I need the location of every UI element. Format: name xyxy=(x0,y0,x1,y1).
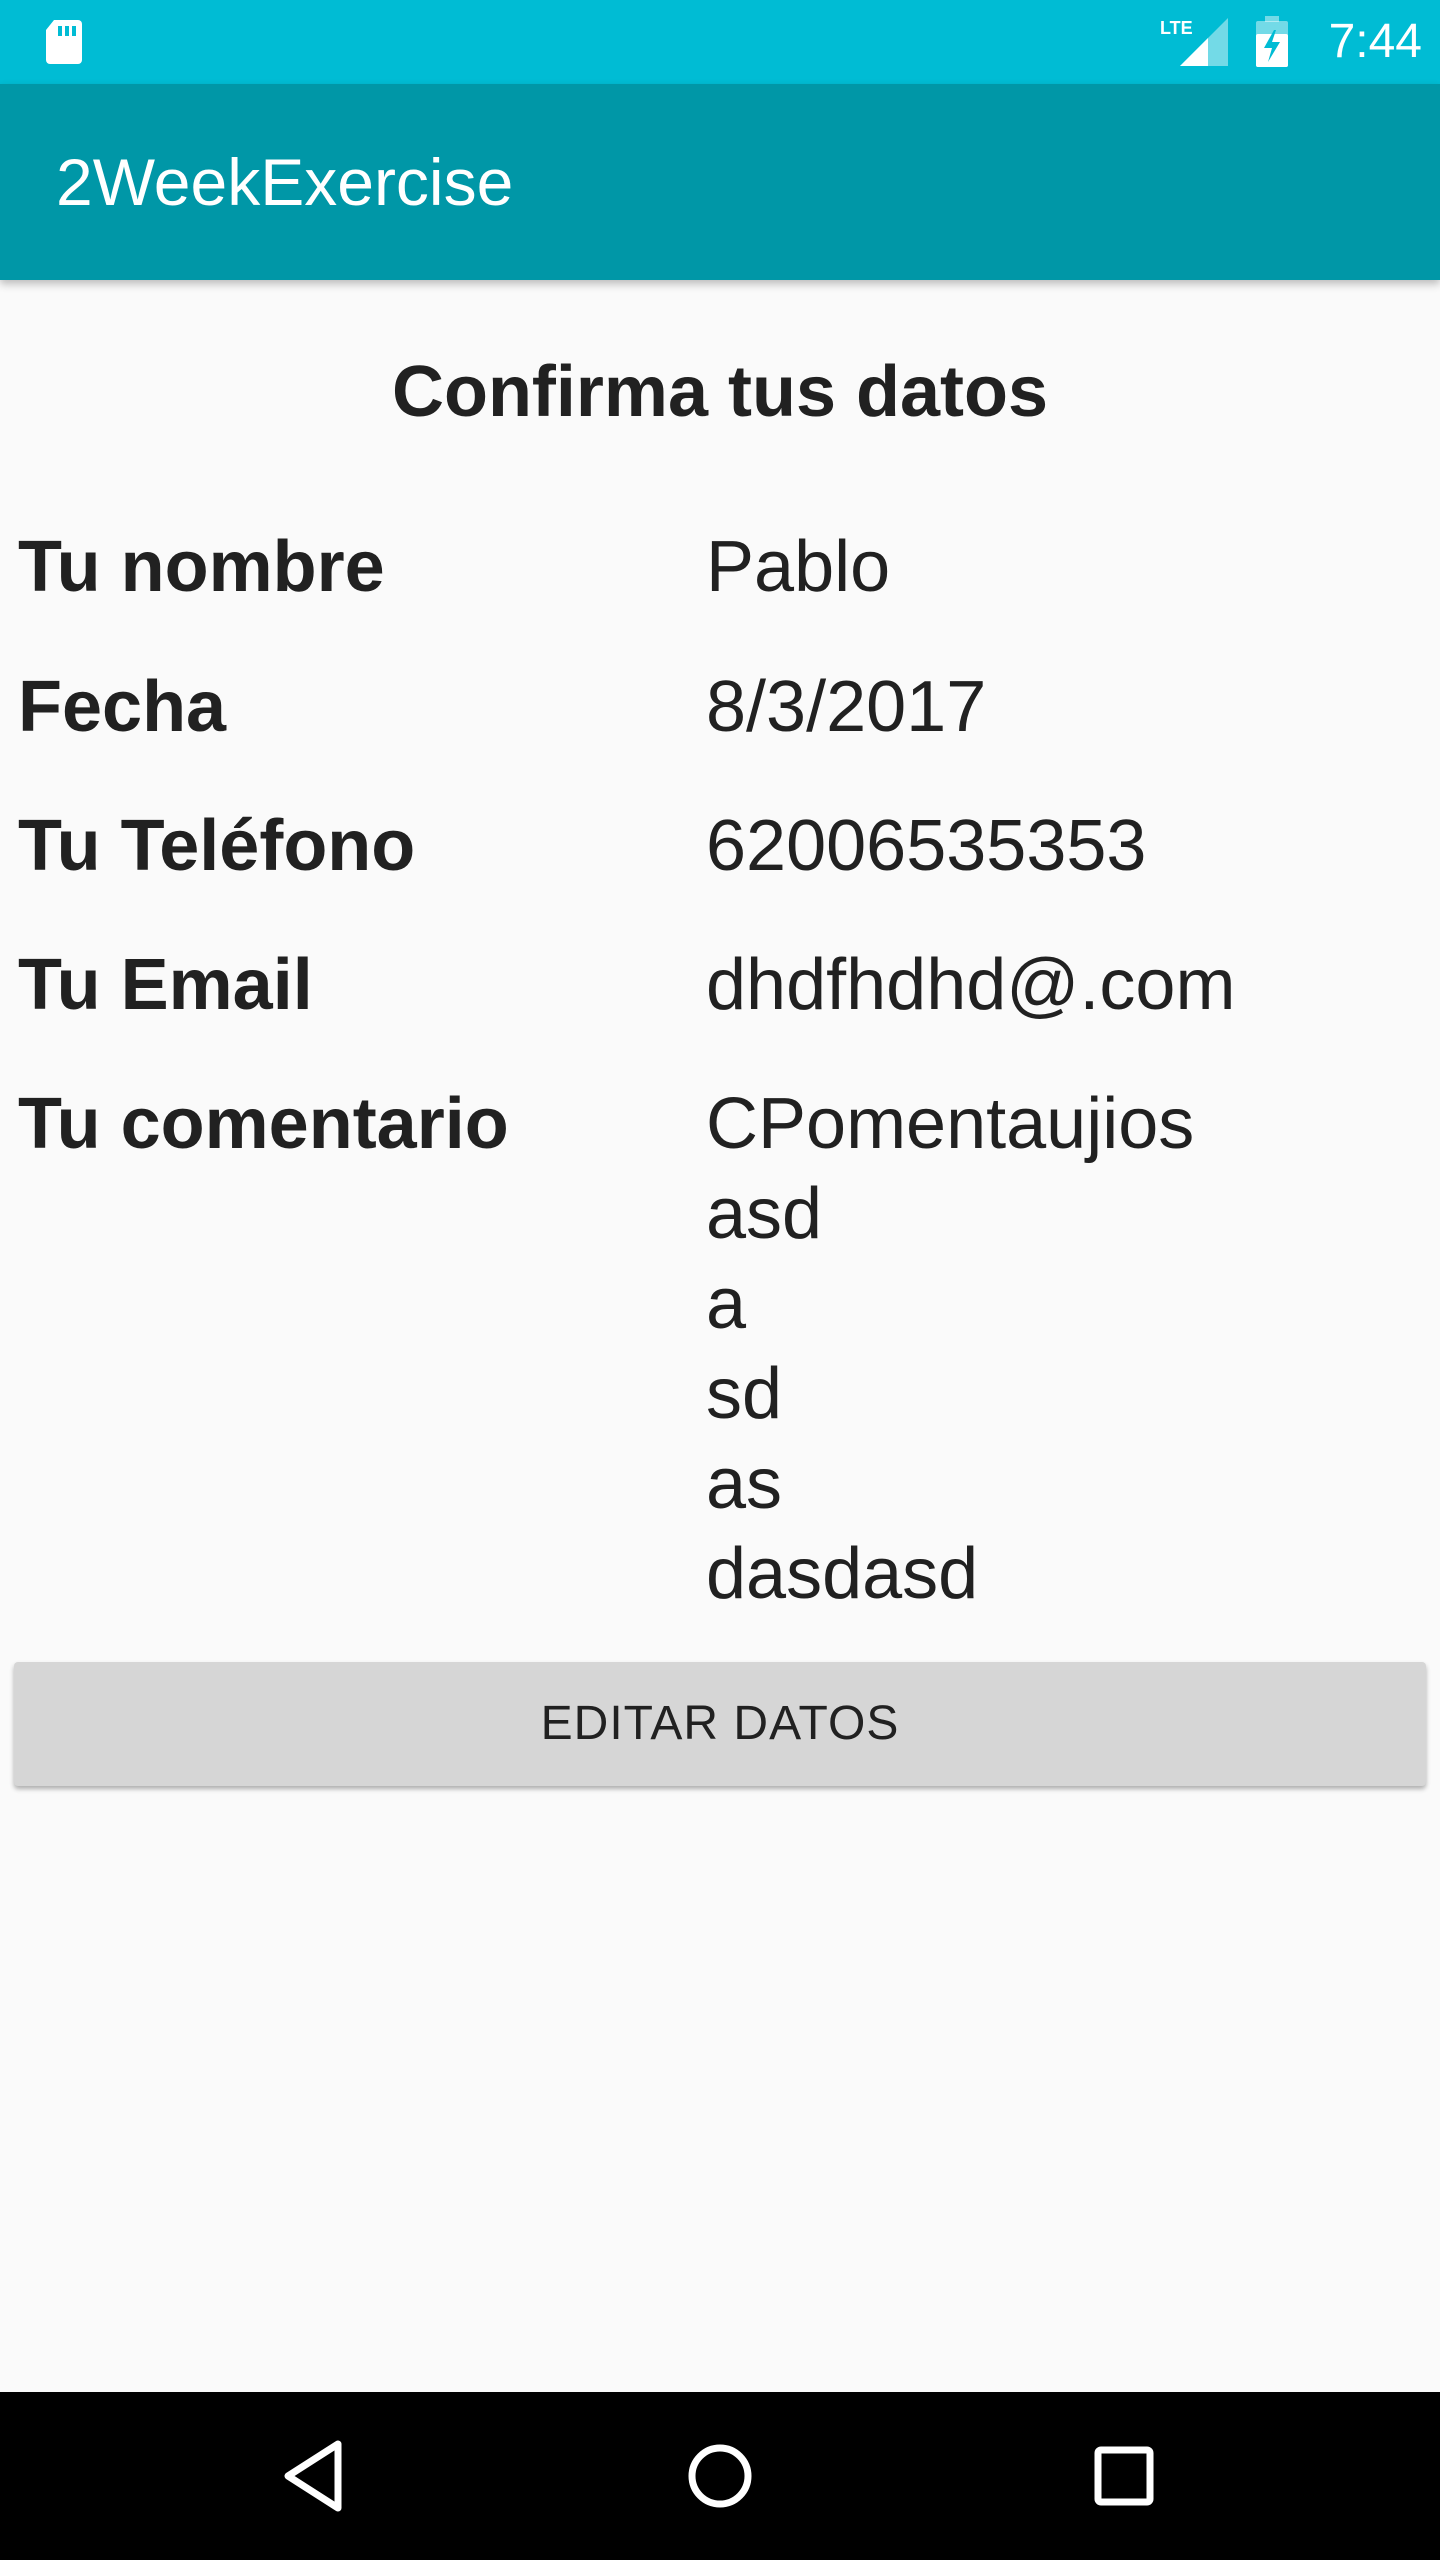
date-label: Fecha xyxy=(18,667,227,747)
app-title: 2WeekExercise xyxy=(56,145,514,219)
navigation-bar xyxy=(0,2392,1440,2560)
phone-value: 62006535353 xyxy=(706,806,1147,886)
app-bar: 2WeekExercise xyxy=(0,84,1440,280)
comment-line: CPomentaujios xyxy=(706,1084,1195,1164)
edit-data-button[interactable]: EDITAR DATOS xyxy=(14,1662,1426,1786)
email-value: dhdfhdhd@.com xyxy=(706,945,1236,1025)
phone-label: Tu Teléfono xyxy=(18,806,416,886)
comment-line: sd xyxy=(706,1354,783,1434)
recent-apps-icon[interactable] xyxy=(1076,2428,1172,2524)
date-value: 8/3/2017 xyxy=(706,667,987,747)
status-bar: LTE 7:44 xyxy=(0,0,1440,84)
name-value: Pablo xyxy=(706,527,891,607)
lte-signal-icon: LTE xyxy=(1160,18,1228,66)
name-label: Tu nombre xyxy=(18,527,385,607)
comment-line: as xyxy=(706,1444,783,1524)
comment-line: a xyxy=(706,1264,747,1344)
sd-card-icon xyxy=(46,20,82,64)
comment-line: asd xyxy=(706,1174,823,1254)
svg-text:LTE: LTE xyxy=(1160,18,1193,38)
comment-line: dasdasd xyxy=(706,1534,979,1614)
status-clock: 7:44 xyxy=(1328,15,1422,68)
comment-label: Tu comentario xyxy=(18,1084,509,1164)
home-icon[interactable] xyxy=(672,2428,768,2524)
email-label: Tu Email xyxy=(18,945,313,1025)
page-title: Confirma tus datos xyxy=(391,352,1049,432)
comment-value: CPomentaujios asd a sd as dasdasd xyxy=(706,1079,1194,1619)
back-icon[interactable] xyxy=(268,2428,364,2524)
battery-charging-icon xyxy=(1256,16,1288,67)
